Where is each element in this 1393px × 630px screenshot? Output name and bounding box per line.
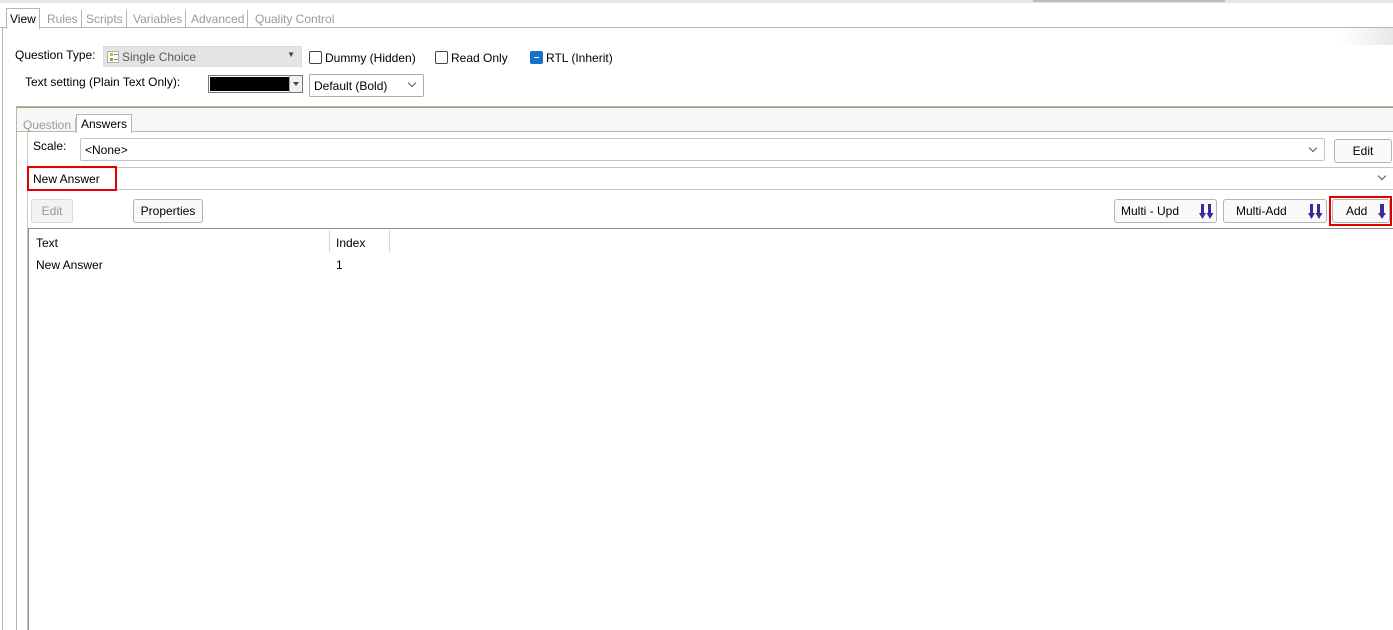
window-top-edge xyxy=(0,0,1393,3)
top-tab-strip: View Rules Scripts Variables Advanced Qu… xyxy=(0,6,1393,29)
highlight-add-button xyxy=(1329,196,1392,226)
read-only-checkbox[interactable] xyxy=(435,51,448,64)
dummy-label: Dummy (Hidden) xyxy=(325,51,416,65)
table-row-index-cell[interactable]: 1 xyxy=(336,258,343,272)
column-header-index[interactable]: Index xyxy=(336,236,365,250)
column-header-text[interactable]: Text xyxy=(36,236,58,250)
table-row-text-cell[interactable]: New Answer xyxy=(36,258,103,272)
tab-variables[interactable]: Variables xyxy=(130,10,187,28)
chevron-down-icon xyxy=(407,78,417,88)
read-only-label: Read Only xyxy=(451,51,508,65)
tab-advanced[interactable]: Advanced xyxy=(188,10,249,28)
text-setting-label: Text setting (Plain Text Only): xyxy=(25,75,181,89)
color-swatch xyxy=(210,77,289,91)
column-divider[interactable] xyxy=(329,230,330,252)
question-type-value: Single Choice xyxy=(122,50,197,64)
left-border xyxy=(2,28,3,630)
tab-quality-control[interactable]: Quality Control xyxy=(252,10,337,28)
question-type-label: Question Type: xyxy=(15,48,96,62)
tab-rules[interactable]: Rules xyxy=(44,10,82,28)
multi-upd-button[interactable]: Multi - Upd xyxy=(1114,199,1217,223)
scale-edit-button[interactable]: Edit xyxy=(1334,139,1392,163)
answer-edit-button[interactable]: Edit xyxy=(31,199,73,223)
chevron-down-icon xyxy=(1308,143,1318,153)
text-style-combo[interactable]: Default (Bold) xyxy=(309,74,424,97)
properties-button[interactable]: Properties xyxy=(133,199,203,223)
tab-question[interactable]: Question xyxy=(19,118,77,132)
text-style-value: Default (Bold) xyxy=(314,79,388,93)
answers-table[interactable]: Text Index New Answer 1 xyxy=(28,228,1393,630)
scale-combo[interactable]: <None> xyxy=(80,138,1325,161)
question-type-combo[interactable]: Single Choice ▼ xyxy=(103,46,302,67)
top-edge-segment xyxy=(1033,0,1225,2)
multi-add-button[interactable]: Multi-Add xyxy=(1223,199,1327,223)
double-down-arrow-icon xyxy=(1308,204,1323,219)
multi-add-label: Multi-Add xyxy=(1236,204,1287,218)
scale-value: <None> xyxy=(85,143,128,157)
double-down-arrow-icon xyxy=(1199,204,1214,219)
header-shade xyxy=(1340,28,1393,45)
multi-upd-label: Multi - Upd xyxy=(1121,204,1180,218)
chevron-down-icon xyxy=(1377,171,1387,181)
dropdown-arrow-icon: ▼ xyxy=(287,50,295,59)
tab-view[interactable]: View xyxy=(6,8,40,29)
inner-tab-strip xyxy=(17,107,1393,132)
text-color-picker[interactable] xyxy=(208,75,303,93)
color-dropdown-arrow-icon[interactable] xyxy=(289,76,302,92)
answer-selector-combo[interactable]: New Answer xyxy=(28,167,1393,190)
inner-tab-baseline xyxy=(17,131,1393,132)
single-choice-icon xyxy=(107,51,119,63)
highlight-new-answer xyxy=(27,166,117,191)
column-divider[interactable] xyxy=(389,230,390,252)
rtl-checkbox[interactable] xyxy=(530,51,543,64)
rtl-label: RTL (Inherit) xyxy=(546,51,613,65)
scale-label: Scale: xyxy=(33,139,67,153)
dummy-checkbox[interactable] xyxy=(309,51,322,64)
tab-answers[interactable]: Answers xyxy=(76,114,133,133)
tab-scripts[interactable]: Scripts xyxy=(83,10,127,28)
